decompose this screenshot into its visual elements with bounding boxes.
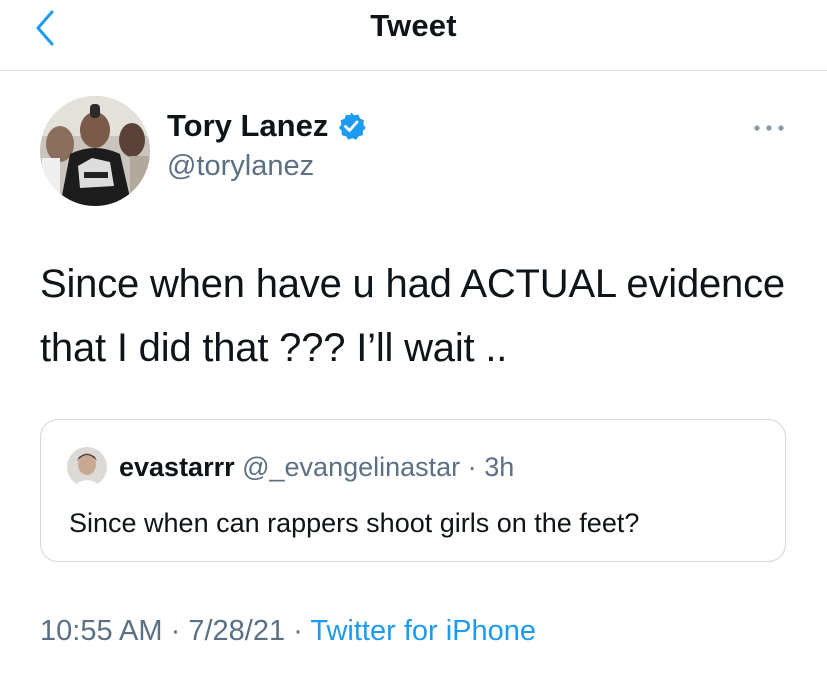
tweet-detail-screen: Tweet Tory Lanez @torylanez Since when h… [0,0,827,673]
quoted-tweet-meta: evastarrr @_evangelinastar · 3h [119,452,514,483]
verified-badge-icon [339,112,367,140]
quoted-author-avatar [67,447,107,487]
author-handle[interactable]: @torylanez [167,150,314,183]
page-title: Tweet [370,8,457,43]
tweet-date: 7/28/21 [188,615,286,647]
tweet-time: 10:55 AM [40,615,163,647]
tweet-text: Since when have u had ACTUAL evidence th… [40,262,785,370]
quoted-handle: @_evangelinastar [242,452,461,482]
author-name-row: Tory Lanez [167,108,367,144]
more-horizontal-icon [754,125,784,131]
author-display-name[interactable]: Tory Lanez [167,108,328,144]
quoted-tweet-card[interactable]: evastarrr @_evangelinastar · 3h Since wh… [40,419,786,562]
avatar-image [40,96,150,206]
top-navigation-bar: Tweet [0,0,827,71]
quoted-display-name: evastarrr [119,452,235,482]
quoted-avatar-image [67,447,107,487]
footer-separator: · [170,615,181,647]
tweet-source-link[interactable]: Twitter for iPhone [310,615,536,647]
quoted-timestamp: 3h [484,452,515,482]
more-options-button[interactable] [752,117,786,139]
footer-separator: · [293,615,303,647]
tweet-timestamp-row: 10:55 AM · 7/28/21 · Twitter for iPhone [40,615,536,648]
quoted-separator: · [467,452,477,482]
quoted-tweet-text: Since when can rappers shoot girls on th… [69,508,640,538]
author-avatar[interactable] [40,96,150,206]
